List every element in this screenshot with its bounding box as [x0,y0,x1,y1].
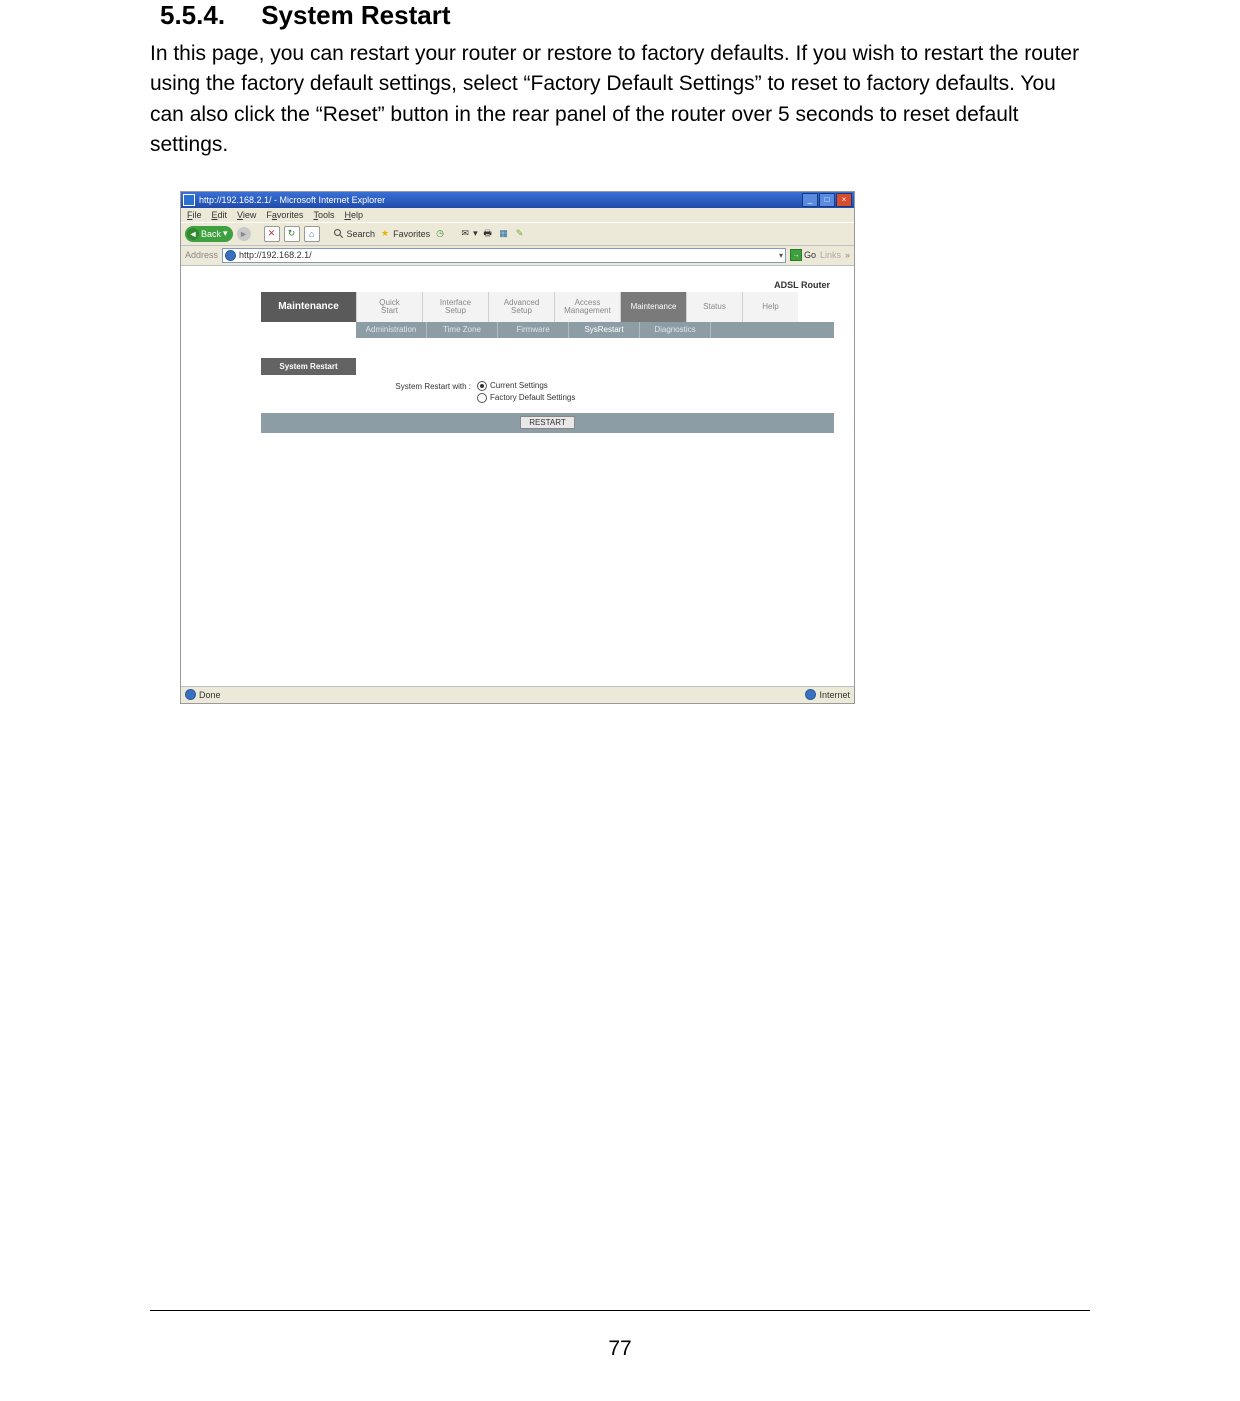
tab-maintenance[interactable]: Maintenance [620,292,686,322]
history-icon: ◷ [434,228,446,240]
menu-view[interactable]: View [237,210,256,220]
status-page-icon [185,689,196,700]
radio-factory-label: Factory Default Settings [490,393,575,402]
links-chevron-icon[interactable]: » [845,250,850,260]
ie-menubar: File Edit View Favorites Tools Help [181,208,854,222]
go-label: Go [804,250,816,260]
search-button[interactable]: Search [333,228,376,240]
ie-title-text: http://192.168.2.1/ - Microsoft Internet… [199,195,802,205]
subtab-timezone[interactable]: Time Zone [427,322,498,338]
menu-edit[interactable]: Edit [212,210,228,220]
star-icon: ★ [379,228,391,240]
page-icon [225,250,236,261]
restart-with-label: System Restart with : [381,381,471,391]
window-minimize-button[interactable]: _ [802,193,818,207]
mail-button[interactable]: ✉▾ [459,228,478,240]
tab-access-management[interactable]: Access Management [554,292,620,322]
window-close-button[interactable]: × [836,193,852,207]
mail-dropdown-icon: ▾ [473,228,478,239]
menu-tools[interactable]: Tools [313,210,334,220]
back-label: Back [201,229,221,239]
discuss-icon: ✎ [514,228,526,240]
body-text: In this page, you can restart your route… [150,39,1090,161]
menu-favorites[interactable]: Favorites [266,210,303,220]
restart-form: System Restart with : Current Settings F… [381,381,834,403]
menu-help[interactable]: Help [344,210,363,220]
address-dropdown-icon[interactable]: ▾ [779,251,783,260]
back-button[interactable]: ◄ Back ▾ [185,226,233,242]
restart-button[interactable]: RESTART [520,416,575,429]
favorites-button[interactable]: ★ Favorites [379,228,430,240]
search-icon [333,228,345,240]
section-title: System Restart [261,0,450,30]
router-product-label: ADSL Router [261,280,834,290]
section-number: 5.5.4. [160,0,225,30]
router-ui: ADSL Router Maintenance Quick Start Inte… [261,280,834,433]
subtab-sysrestart[interactable]: SysRestart [569,322,640,338]
subtab-firmware[interactable]: Firmware [498,322,569,338]
page-number: 77 [0,1337,1240,1361]
edit-button[interactable]: ▦ [498,228,510,240]
stop-button[interactable]: ✕ [264,226,280,242]
ie-addressbar: Address http://192.168.2.1/ ▾ → Go Links… [181,246,854,266]
home-button[interactable]: ⌂ [304,226,320,242]
back-arrow-icon: ◄ [187,228,199,240]
ie-toolbar: ◄ Back ▾ ► ✕ ↻ ⌂ Search ★ Favorites ◷ [181,222,854,246]
address-label: Address [185,250,218,260]
discuss-button[interactable]: ✎ [514,228,526,240]
tab-advanced-setup[interactable]: Advanced Setup [488,292,554,322]
tab-status[interactable]: Status [686,292,742,322]
links-label[interactable]: Links [820,250,841,260]
go-arrow-icon: → [790,249,802,261]
ie-window: http://192.168.2.1/ - Microsoft Internet… [180,191,855,704]
address-field[interactable]: http://192.168.2.1/ ▾ [222,248,786,263]
history-button[interactable]: ◷ [434,228,446,240]
back-dropdown-icon: ▾ [223,228,228,239]
page-footer-rule [150,1310,1090,1311]
print-button[interactable]: 🖶 [482,228,494,240]
status-right-text: Internet [819,690,850,700]
router-category-label: Maintenance [261,292,356,322]
radio-factory-default[interactable]: Factory Default Settings [477,393,575,403]
tab-interface-setup[interactable]: Interface Setup [422,292,488,322]
edit-icon: ▦ [498,228,510,240]
subtab-diagnostics[interactable]: Diagnostics [640,322,711,338]
tab-help[interactable]: Help [742,292,798,322]
router-tabrow: Maintenance Quick Start Interface Setup … [261,292,834,322]
window-maximize-button[interactable]: □ [819,193,835,207]
favorites-label: Favorites [393,229,430,239]
ie-titlebar: http://192.168.2.1/ - Microsoft Internet… [181,192,854,208]
status-left-text: Done [199,690,221,700]
search-label: Search [347,229,376,239]
action-bar: RESTART [261,413,834,433]
print-icon: 🖶 [482,228,494,240]
section-heading: 5.5.4. System Restart [160,0,1090,31]
radio-icon [477,393,487,403]
radio-icon [477,381,487,391]
ie-logo-icon [183,194,195,206]
go-button[interactable]: → Go [790,249,816,261]
zone-icon [805,689,816,700]
forward-button[interactable]: ► [237,227,251,241]
radio-current-settings[interactable]: Current Settings [477,381,575,391]
tab-quick-start[interactable]: Quick Start [356,292,422,322]
address-url: http://192.168.2.1/ [239,250,776,260]
menu-file[interactable]: File [187,210,202,220]
mail-icon: ✉ [459,228,471,240]
ie-statusbar: Done Internet [181,686,854,703]
subtab-administration[interactable]: Administration [356,322,427,338]
ie-content: ADSL Router Maintenance Quick Start Inte… [181,266,854,686]
router-subtabrow: Administration Time Zone Firmware SysRes… [356,322,834,338]
section-label-row: System Restart [261,358,834,375]
refresh-button[interactable]: ↻ [284,226,300,242]
system-restart-section-label: System Restart [261,358,356,375]
radio-current-label: Current Settings [490,381,548,390]
